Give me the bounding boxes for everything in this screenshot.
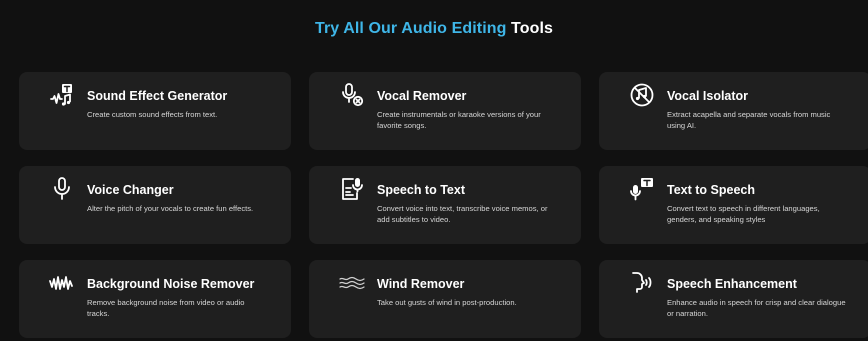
tool-card-vocal-remover[interactable]: Vocal Remover Create instrumentals or ka… bbox=[309, 72, 581, 150]
no-music-icon bbox=[629, 82, 655, 108]
tool-card-speech-enhancement[interactable]: Speech Enhancement Enhance audio in spee… bbox=[599, 260, 868, 338]
microphone-icon bbox=[49, 176, 75, 202]
audio-tools-section: Try All Our Audio Editing Tools Sound Ef… bbox=[0, 0, 868, 341]
tool-description: Create custom sound effects from text. bbox=[87, 110, 218, 119]
heading-accent-text: Try All Our Audio bbox=[314, 20, 448, 37]
tool-card-voice-changer[interactable]: Voice Changer Alter the pitch of your vo… bbox=[19, 166, 291, 244]
tool-title: Vocal Isolator bbox=[667, 89, 749, 103]
tool-description: Convert text to speech in different lang… bbox=[667, 204, 820, 224]
tool-card-sound-effect-generator[interactable]: Sound Effect Generator Create custom sou… bbox=[19, 72, 291, 150]
tools-grid: Sound Effect Generator Create custom sou… bbox=[19, 72, 868, 338]
section-heading: Try All Our Audio Editing Tools bbox=[0, 20, 868, 38]
tool-title: Text to Speech bbox=[667, 183, 755, 197]
tool-card-text-to-speech[interactable]: Text to Speech Convert text to speech in… bbox=[599, 166, 868, 244]
wind-icon bbox=[339, 270, 365, 296]
tool-description: Take out gusts of wind in post-productio… bbox=[377, 298, 517, 307]
tool-title: Speech to Text bbox=[377, 183, 465, 197]
tool-description: Convert voice into text, transcribe voic… bbox=[377, 204, 548, 224]
tool-card-wind-remover[interactable]: Wind Remover Take out gusts of wind in p… bbox=[309, 260, 581, 338]
tool-title: Vocal Remover bbox=[377, 89, 467, 103]
tool-title: Voice Changer bbox=[87, 183, 174, 197]
tool-title: Speech Enhancement bbox=[667, 277, 797, 291]
waveform-icon bbox=[49, 270, 75, 296]
text-to-speech-icon bbox=[629, 176, 655, 202]
sound-effect-icon bbox=[49, 82, 75, 108]
tool-card-speech-to-text[interactable]: Speech to Text Convert voice into text, … bbox=[309, 166, 581, 244]
tool-description: Enhance audio in speech for crisp and cl… bbox=[667, 298, 846, 318]
tool-card-vocal-isolator[interactable]: Vocal Isolator Extract acapella and sepa… bbox=[599, 72, 868, 150]
tool-title: Background Noise Remover bbox=[87, 277, 255, 291]
tool-card-background-noise-remover[interactable]: Background Noise Remover Remove backgrou… bbox=[19, 260, 291, 338]
tool-description: Extract acapella and separate vocals fro… bbox=[667, 110, 831, 130]
tool-title: Sound Effect Generator bbox=[87, 89, 228, 103]
tool-description: Create instrumentals or karaoke versions… bbox=[377, 110, 541, 130]
tool-title: Wind Remover bbox=[377, 277, 465, 291]
tool-description: Remove background noise from video or au… bbox=[87, 298, 245, 318]
speech-to-text-icon bbox=[339, 176, 365, 202]
tool-description: Alter the pitch of your vocals to create… bbox=[87, 204, 254, 213]
speaking-head-icon bbox=[629, 270, 655, 296]
heading-accent-text-2: Editing bbox=[451, 20, 507, 37]
mic-remove-icon bbox=[339, 82, 365, 108]
heading-plain-text: Tools bbox=[511, 20, 554, 37]
